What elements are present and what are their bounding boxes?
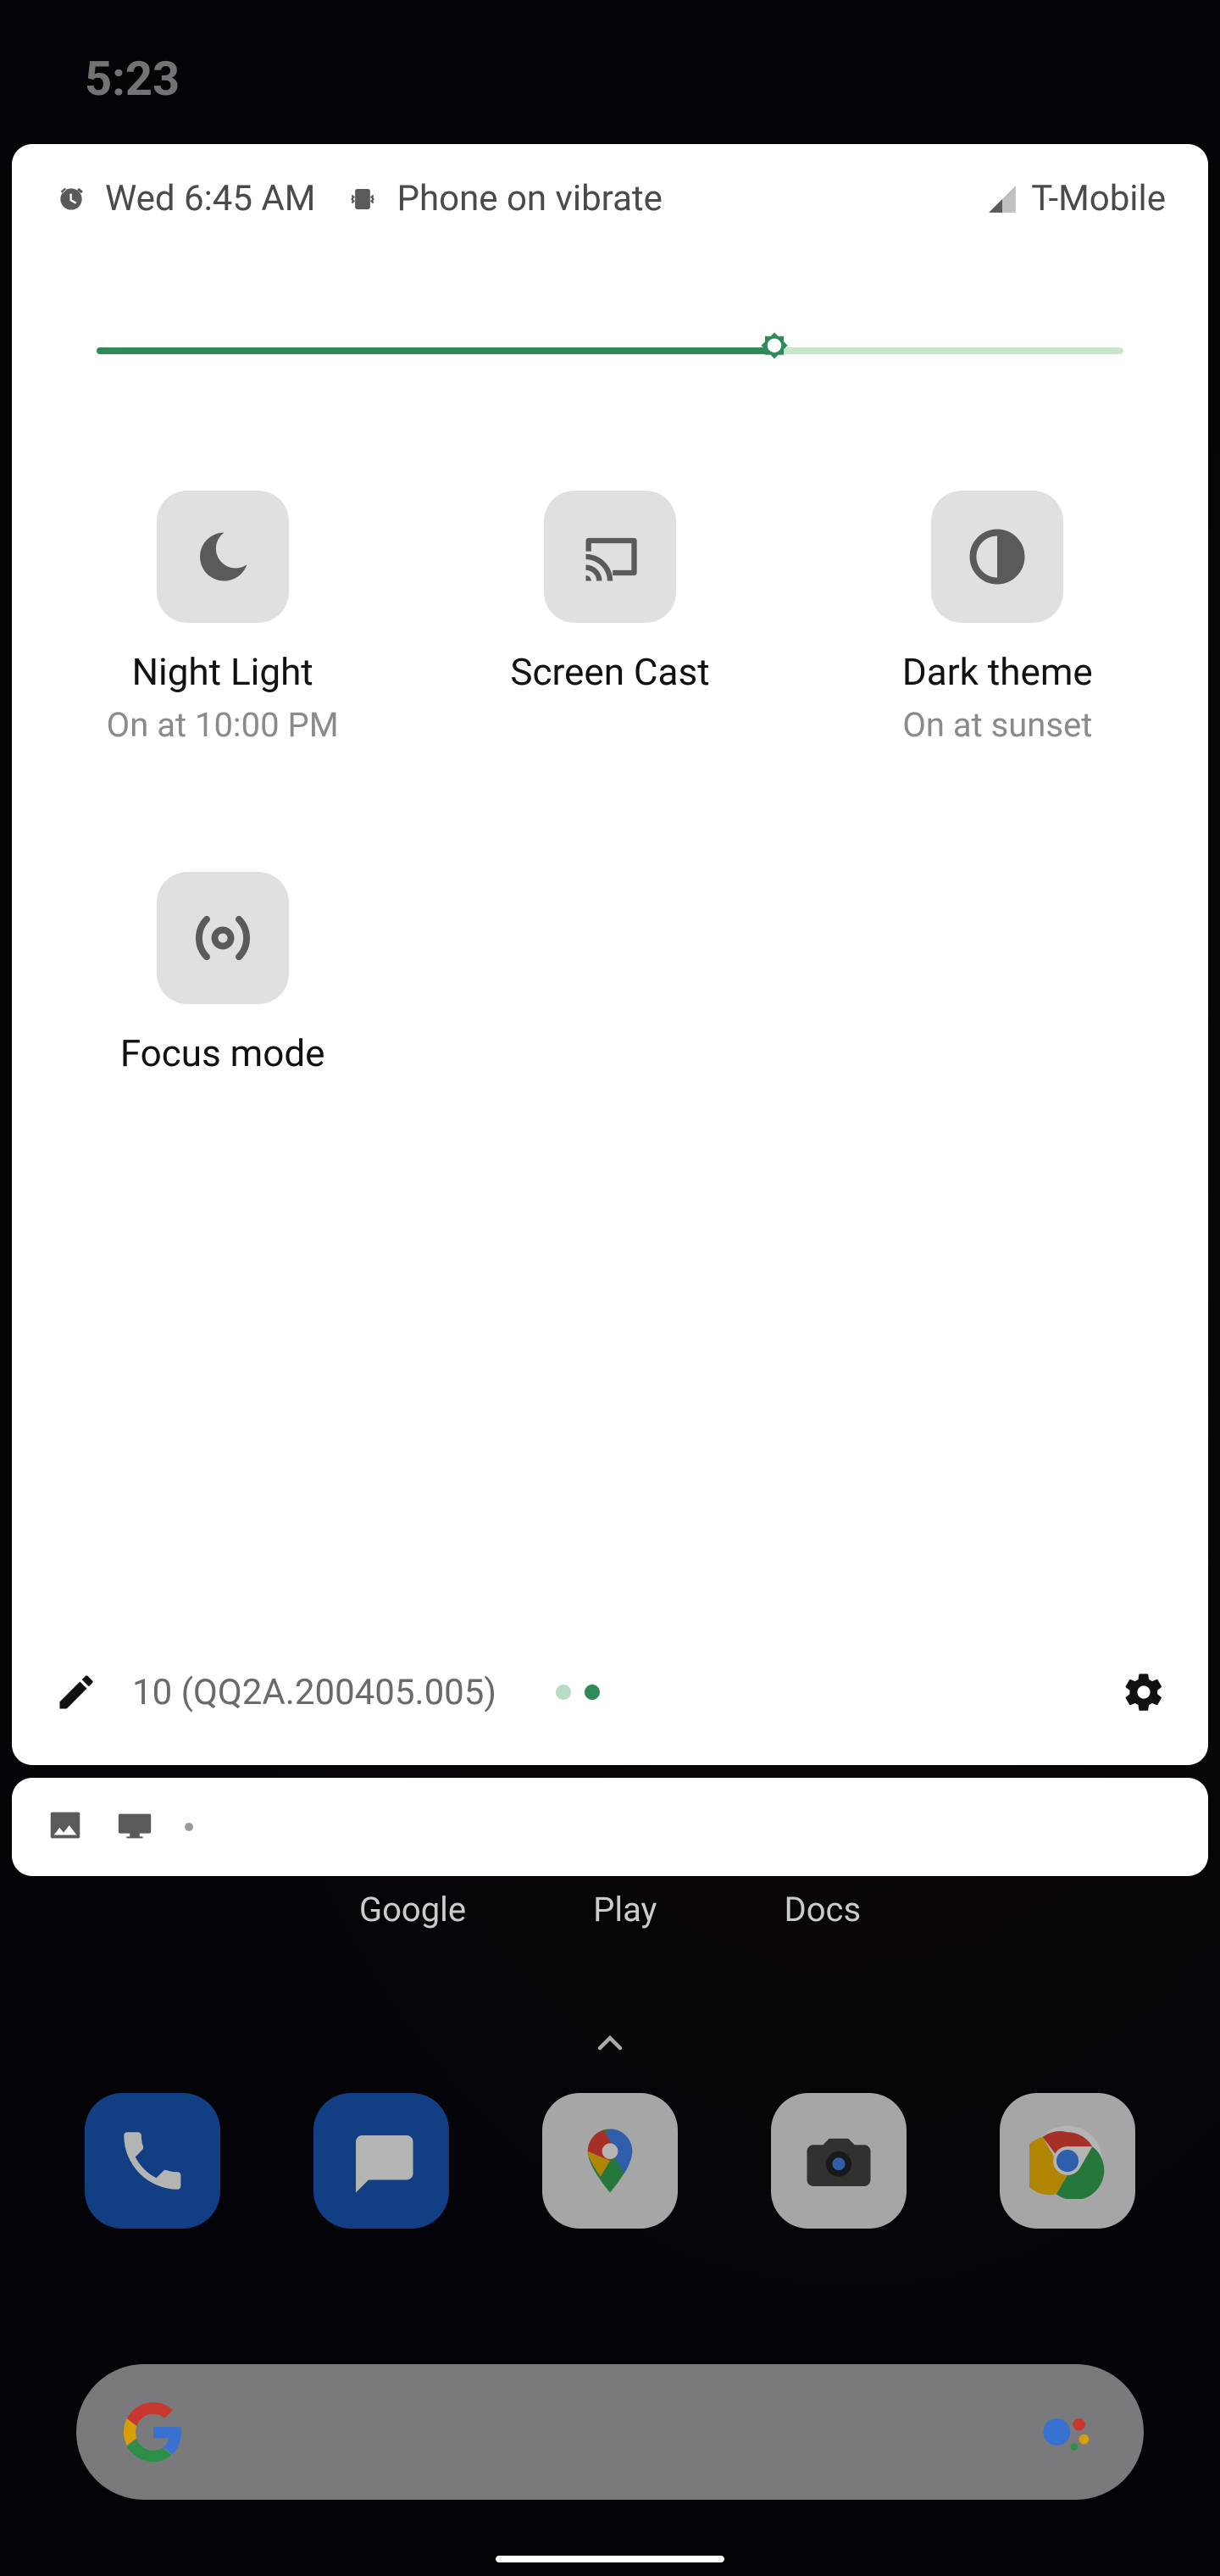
dock	[0, 2093, 1220, 2229]
build-text: 10 (QQ2A.200405.005)	[132, 1672, 496, 1713]
dock-camera-icon[interactable]	[771, 2093, 907, 2229]
tile-sublabel: On at 10:00 PM	[107, 705, 339, 745]
qs-header-right: T-Mobile	[985, 178, 1166, 219]
cast-shelf-icon	[115, 1806, 154, 1848]
qs-header-left: Wed 6:45 AM Phone on vibrate	[54, 178, 972, 219]
signal-icon	[985, 182, 1019, 216]
brightness-fill	[97, 347, 774, 354]
brightness-track	[97, 347, 1123, 354]
tile-dark-theme[interactable]: Dark theme On at sunset	[829, 491, 1166, 745]
tile-label: Screen Cast	[510, 650, 709, 695]
page-dots	[556, 1685, 600, 1700]
tile-screen-cast[interactable]: Screen Cast	[441, 491, 778, 745]
settings-icon[interactable]	[1122, 1670, 1166, 1714]
alarm-text[interactable]: Wed 6:45 AM	[105, 178, 315, 219]
page-dot[interactable]	[585, 1685, 600, 1700]
page-dot[interactable]	[556, 1685, 571, 1700]
alarm-icon	[54, 182, 88, 216]
vibrate-icon	[346, 182, 380, 216]
halfcircle-icon[interactable]	[931, 491, 1063, 623]
tile-label: Dark theme	[902, 650, 1093, 695]
image-icon	[46, 1806, 85, 1848]
dock-maps-icon[interactable]	[542, 2093, 678, 2229]
tile-focus-mode[interactable]: Focus mode	[54, 872, 391, 1076]
folder-labels: Google Play Docs	[0, 1890, 1220, 1929]
assistant-icon[interactable]	[1037, 2402, 1096, 2462]
google-logo-icon	[124, 2402, 183, 2462]
tile-label: Focus mode	[120, 1031, 325, 1076]
focus-icon[interactable]	[157, 872, 289, 1004]
carrier-text[interactable]: T-Mobile	[1031, 178, 1166, 219]
brightness-slider[interactable]	[54, 330, 1166, 372]
small-dot-icon	[185, 1823, 193, 1831]
dock-chrome-icon[interactable]	[1000, 2093, 1135, 2229]
app-drawer-handle[interactable]	[595, 2025, 625, 2061]
quick-settings-panel: Wed 6:45 AM Phone on vibrate T-Mobile Ni…	[12, 144, 1208, 1765]
dock-phone-icon[interactable]	[85, 2093, 220, 2229]
folder-label[interactable]: Docs	[784, 1890, 861, 1929]
tile-sublabel: On at sunset	[902, 705, 1092, 745]
tile-label: Night Light	[132, 650, 313, 695]
edit-icon[interactable]	[54, 1670, 98, 1714]
tile-night-light[interactable]: Night Light On at 10:00 PM	[54, 491, 391, 745]
tiles-grid: Night Light On at 10:00 PM Screen Cast Dark…	[54, 491, 1166, 1076]
search-bar[interactable]	[76, 2364, 1144, 2500]
ringer-text[interactable]: Phone on vibrate	[396, 178, 662, 219]
nav-handle[interactable]	[496, 2556, 724, 2562]
brightness-thumb[interactable]	[752, 329, 796, 373]
moon-icon[interactable]	[157, 491, 289, 623]
notification-shelf[interactable]	[12, 1778, 1208, 1876]
qs-header: Wed 6:45 AM Phone on vibrate T-Mobile	[54, 178, 1166, 219]
cast-icon[interactable]	[544, 491, 676, 623]
dock-messages-icon[interactable]	[313, 2093, 449, 2229]
qs-footer: 10 (QQ2A.200405.005)	[54, 1670, 1166, 1740]
folder-label[interactable]: Google	[359, 1890, 466, 1929]
folder-label[interactable]: Play	[593, 1890, 657, 1929]
